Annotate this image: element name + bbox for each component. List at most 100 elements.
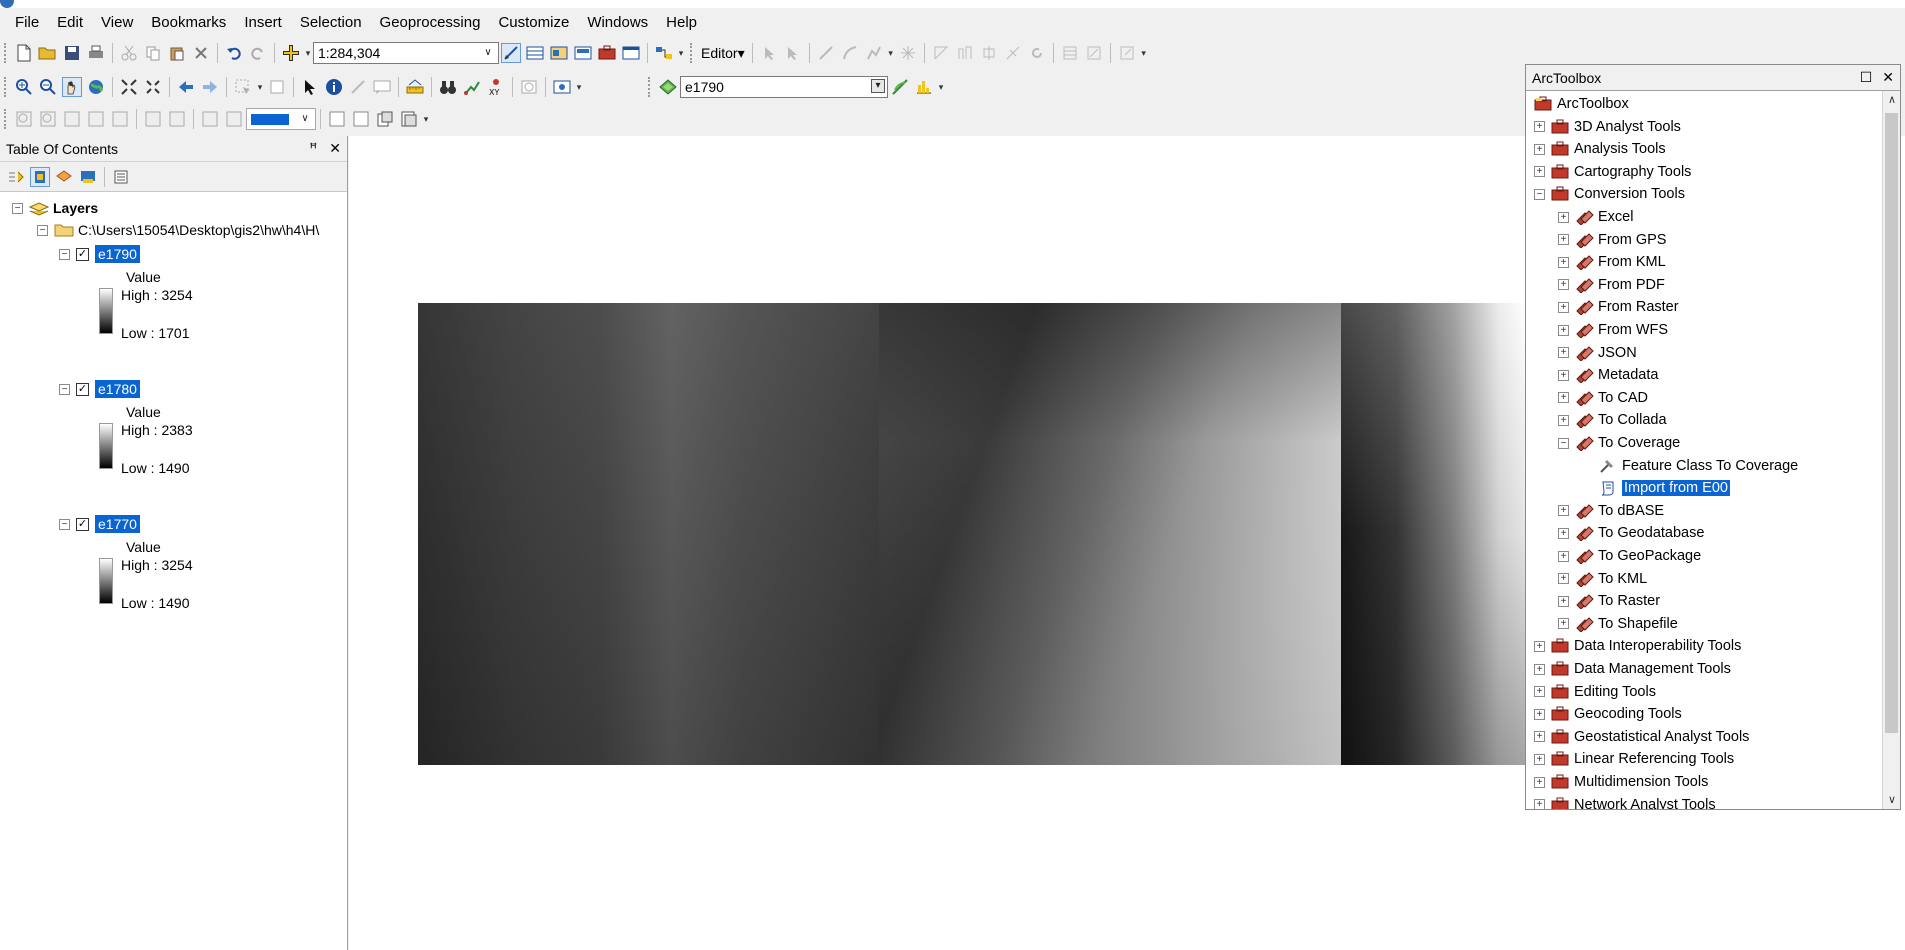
scrollbar-thumb[interactable]	[1885, 113, 1898, 733]
toolbox-item[interactable]: + Cartography Tools	[1534, 161, 1691, 183]
expand-icon[interactable]: +	[1558, 618, 1569, 630]
focus-data-frame-icon[interactable]	[351, 109, 371, 129]
active-layer-combo[interactable]: e1790 ▾	[680, 76, 888, 98]
expand-icon[interactable]: +	[1558, 595, 1569, 607]
hyperlink-icon[interactable]	[348, 77, 368, 97]
fixed-zoom-in-icon[interactable]	[119, 77, 139, 97]
chevron-down-icon[interactable]: ∨	[297, 111, 313, 127]
layers-root-row[interactable]: − Layers	[12, 198, 98, 218]
python-window-icon[interactable]	[621, 43, 641, 63]
layer-visibility-checkbox[interactable]: ✓	[76, 382, 89, 396]
menu-help[interactable]: Help	[657, 11, 706, 35]
layer-row-e1780[interactable]: − ✓ e1780	[59, 379, 140, 399]
layer-name[interactable]: e1790	[95, 245, 140, 263]
toolbox-item[interactable]: − Conversion Tools	[1534, 183, 1685, 205]
list-by-source-icon[interactable]	[30, 166, 50, 187]
georeferencing-icon[interactable]	[890, 77, 910, 97]
copy-icon[interactable]	[143, 43, 163, 63]
expand-icon[interactable]: +	[1534, 640, 1545, 652]
pan-hand-icon[interactable]	[62, 77, 82, 97]
toc-options-icon[interactable]	[111, 167, 131, 187]
collapse-icon[interactable]: −	[12, 202, 23, 214]
raster-e1770-tile[interactable]	[418, 303, 879, 765]
layer-row-e1770[interactable]: − ✓ e1770	[59, 514, 140, 534]
add-data-icon[interactable]	[281, 43, 301, 63]
cut-polygons-icon[interactable]	[979, 43, 999, 63]
list-by-visibility-icon[interactable]	[54, 167, 74, 187]
redo-icon[interactable]	[248, 43, 268, 63]
toolbox-item[interactable]: + To Collada	[1558, 409, 1667, 431]
full-extent-icon[interactable]	[86, 77, 106, 97]
expand-icon[interactable]: +	[1534, 663, 1545, 675]
maximize-icon[interactable]: ☐	[1860, 69, 1873, 86]
toolbar-grip[interactable]	[4, 109, 8, 129]
close-icon[interactable]: ✕	[329, 140, 341, 157]
expand-icon[interactable]: +	[1558, 211, 1569, 223]
select-features-icon[interactable]	[233, 77, 253, 97]
find-route-icon[interactable]	[462, 77, 482, 97]
toolbox-item[interactable]: + To Shapefile	[1558, 613, 1678, 635]
menu-file[interactable]: File	[6, 11, 48, 35]
menu-windows[interactable]: Windows	[578, 11, 657, 35]
fixed-zoom-out-icon[interactable]	[143, 77, 163, 97]
toolbar-grip[interactable]	[648, 77, 652, 97]
time-slider-icon[interactable]	[519, 77, 539, 97]
toolbox-item[interactable]: + Geostatistical Analyst Tools	[1534, 726, 1749, 748]
expand-icon[interactable]: +	[1534, 776, 1545, 788]
toolbox-item[interactable]: Feature Class To Coverage	[1582, 455, 1798, 477]
print-icon[interactable]	[86, 43, 106, 63]
zoom-out-icon[interactable]	[38, 77, 58, 97]
arctoolbox-root-row[interactable]: ArcToolbox	[1534, 93, 1629, 115]
html-popup-icon[interactable]	[372, 77, 392, 97]
model-builder-icon[interactable]	[654, 43, 674, 63]
toolbox-item[interactable]: + To CAD	[1558, 387, 1648, 409]
create-viewer-window-icon[interactable]	[552, 77, 572, 97]
expand-icon[interactable]: +	[1558, 234, 1569, 246]
toolbox-item[interactable]: + Geocoding Tools	[1534, 703, 1682, 725]
toolbox-item[interactable]: + Data Interoperability Tools	[1534, 635, 1741, 657]
expand-icon[interactable]: +	[1558, 392, 1569, 404]
expand-icon[interactable]: +	[1558, 369, 1569, 381]
point-icon[interactable]	[898, 43, 918, 63]
editor-toolbar-options-dropdown[interactable]: ▾	[1139, 46, 1149, 60]
toolbox-item[interactable]: + Network Analyst Tools	[1534, 794, 1716, 809]
toolbox-item[interactable]: + To Geodatabase	[1558, 522, 1704, 544]
toolbox-item[interactable]: + To Raster	[1558, 590, 1660, 612]
toolbox-item[interactable]: + To dBASE	[1558, 500, 1664, 522]
cut-icon[interactable]	[119, 43, 139, 63]
toolbox-item[interactable]: +3D Analyst Tools	[1534, 116, 1681, 138]
menu-view[interactable]: View	[92, 11, 142, 35]
edit-tool-icon[interactable]	[759, 43, 779, 63]
collapse-icon[interactable]: −	[59, 518, 70, 530]
expand-icon[interactable]: +	[1558, 505, 1569, 517]
toolbox-item[interactable]: − To Coverage	[1558, 432, 1680, 454]
list-by-drawing-order-icon[interactable]	[6, 167, 26, 187]
save-icon[interactable]	[62, 43, 82, 63]
scroll-down-icon[interactable]: ∨	[1883, 791, 1900, 809]
search-window-icon[interactable]	[573, 43, 593, 63]
image-toolbar-options-dropdown[interactable]: ▾	[936, 80, 946, 94]
toolbox-item[interactable]: + From WFS	[1558, 319, 1668, 341]
menu-customize[interactable]: Customize	[489, 11, 578, 35]
toolbox-item[interactable]: + JSON	[1558, 342, 1637, 364]
paste-icon[interactable]	[167, 43, 187, 63]
collapse-icon[interactable]: −	[59, 383, 70, 395]
trace-icon[interactable]	[864, 43, 884, 63]
zoom-100-icon[interactable]	[110, 109, 130, 129]
straight-segment-icon[interactable]	[816, 43, 836, 63]
map-scale-combo[interactable]: 1:284,304 ∨	[313, 42, 499, 64]
select-elements-icon[interactable]	[300, 77, 320, 97]
zoom-in-icon[interactable]	[14, 77, 34, 97]
close-icon[interactable]: ✕	[1882, 69, 1894, 86]
raster-e1780-tile[interactable]	[879, 303, 1341, 765]
toolbox-item[interactable]: + Editing Tools	[1534, 681, 1656, 703]
layout-forward-extent-icon[interactable]	[224, 109, 244, 129]
editor-toolbar-toggle-icon[interactable]	[501, 43, 521, 63]
toolbox-item[interactable]: Import from E00	[1582, 477, 1730, 499]
toolbar-grip[interactable]	[4, 77, 8, 97]
chevron-down-icon[interactable]: ▾	[871, 79, 885, 93]
expand-icon[interactable]: +	[1534, 166, 1545, 178]
construction-tools-dropdown[interactable]: ▾	[886, 46, 896, 60]
toolbox-item[interactable]: + Metadata	[1558, 364, 1658, 386]
toolbox-item[interactable]: + Multidimension Tools	[1534, 771, 1708, 793]
